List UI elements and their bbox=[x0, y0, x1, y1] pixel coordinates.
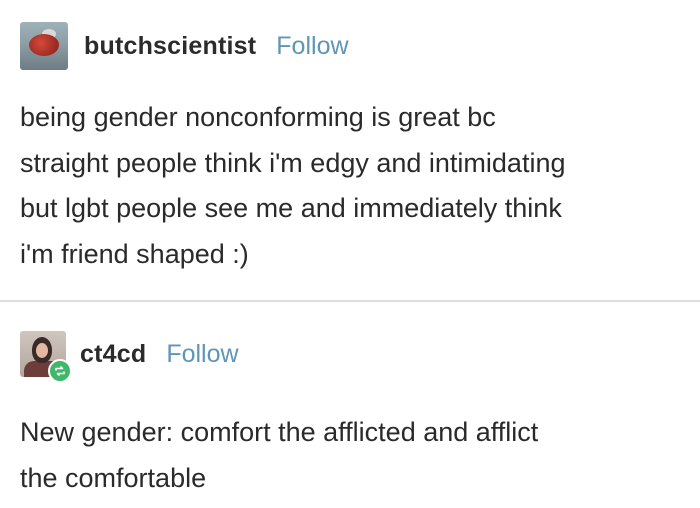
post-header: butchscientist Follow bbox=[20, 22, 349, 70]
post-header: ct4cd Follow bbox=[20, 331, 239, 383]
post-body-line: i'm friend shaped :) bbox=[20, 238, 249, 269]
post-body: being gender nonconforming is great bc s… bbox=[20, 95, 685, 277]
avatar[interactable] bbox=[20, 331, 72, 383]
post-body-line: New gender: comfort the afflicted and af… bbox=[20, 417, 539, 447]
post-butchscientist: butchscientist Follow being gender nonco… bbox=[0, 0, 700, 300]
reblog-icon bbox=[48, 359, 72, 383]
reblog-icon-glyph bbox=[55, 366, 65, 376]
post-body: New gender: comfort the afflicted and af… bbox=[20, 410, 685, 501]
follow-button[interactable]: Follow bbox=[166, 340, 238, 369]
avatar-detail bbox=[36, 343, 48, 358]
username[interactable]: ct4cd bbox=[80, 340, 146, 369]
post-body-line: but lgbt people see me and immediately t… bbox=[20, 193, 562, 223]
post-ct4cd: ct4cd Follow New gender: comfort the aff… bbox=[0, 305, 700, 508]
username[interactable]: butchscientist bbox=[84, 32, 256, 61]
post-body-line: straight people think i'm edgy and intim… bbox=[20, 147, 566, 178]
post-body-line: being gender nonconforming is great bc bbox=[20, 102, 496, 132]
avatar-detail bbox=[29, 34, 59, 56]
post-body-line: the comfortable bbox=[20, 462, 207, 493]
follow-button[interactable]: Follow bbox=[276, 32, 348, 61]
post-divider bbox=[0, 300, 700, 302]
avatar[interactable] bbox=[20, 22, 68, 70]
